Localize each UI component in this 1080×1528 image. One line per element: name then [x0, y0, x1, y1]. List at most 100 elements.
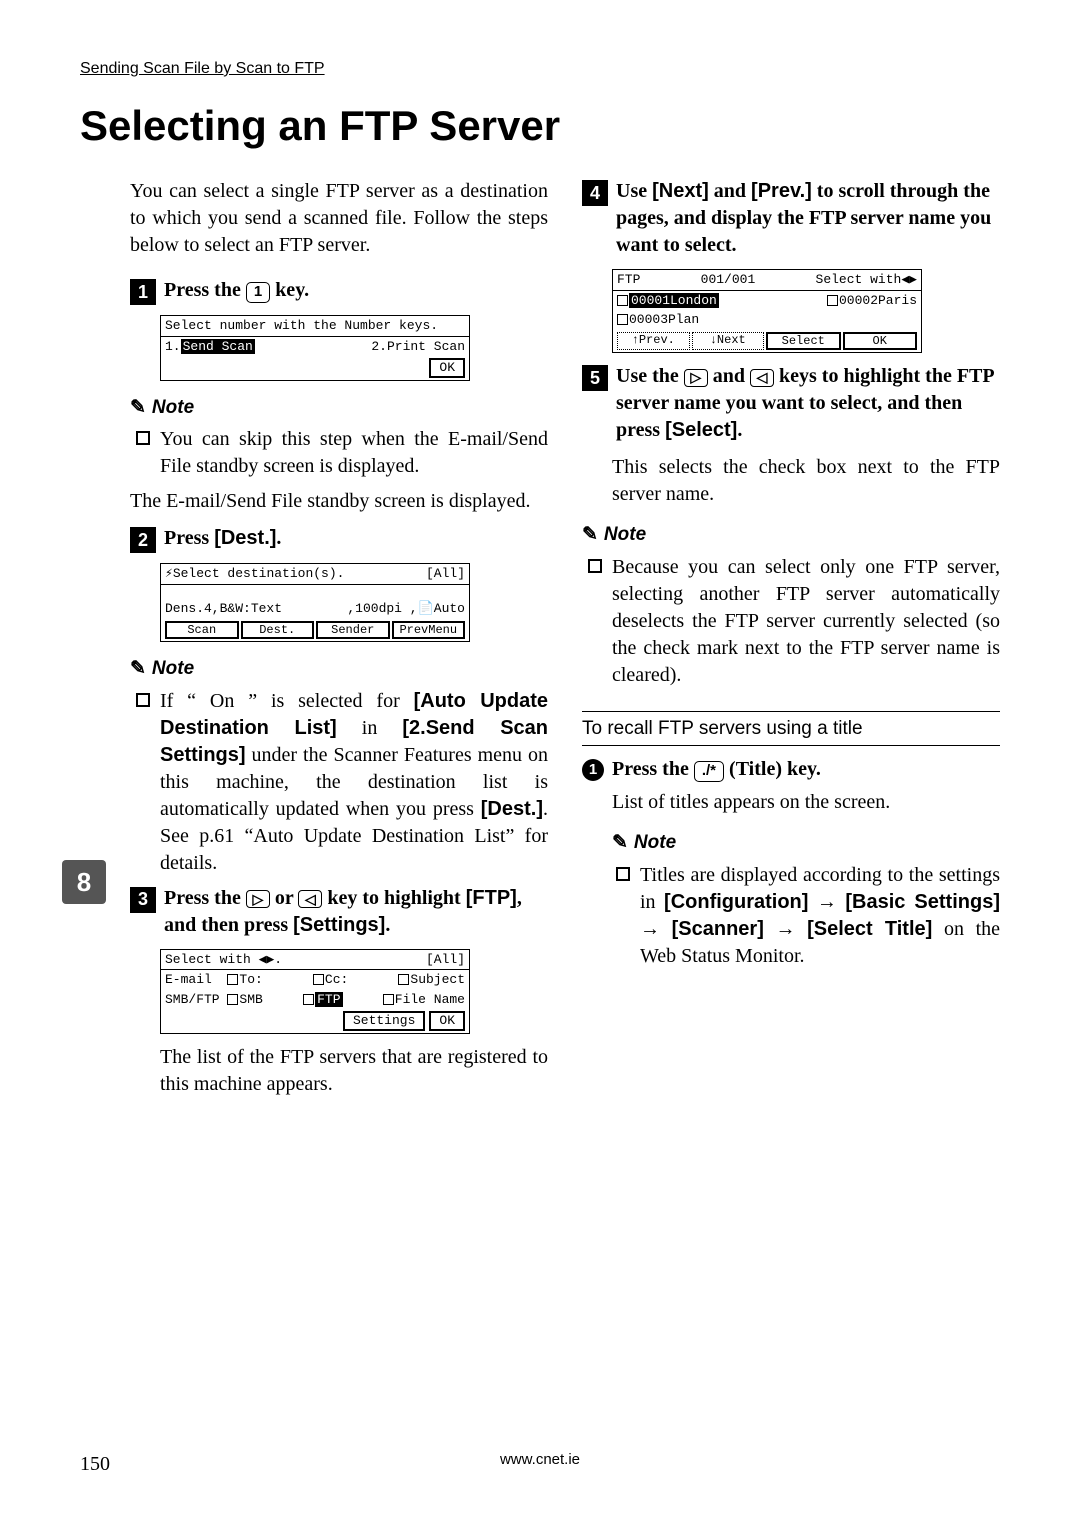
note-heading-4: ✎ Note [612, 830, 1000, 856]
sn-a1: → [808, 891, 845, 913]
step-3-text: Press the ▷ or ◁ key to highlight [FTP],… [164, 885, 548, 939]
n2-s3: [Dest.] [481, 798, 543, 820]
subsection-heading: To recall FTP servers using a title [582, 711, 1000, 747]
after-step5-para: This selects the check box next to the F… [612, 454, 1000, 508]
after-step3-para: The list of the FTP servers that are reg… [160, 1044, 548, 1098]
s4-next: [Next] [652, 180, 709, 202]
s5-prefix: Use the [616, 365, 684, 387]
s4-hdr-b: 001/001 [701, 272, 756, 288]
lr-arrow-icon: ◀▶ [259, 952, 275, 967]
substep-number-1: 1 [582, 759, 604, 781]
note-label-3: Note [604, 522, 646, 548]
step-number-4: 4 [582, 180, 608, 206]
s4-btn-prev: ↑Prev. [617, 332, 690, 350]
s4-prefix: Use [616, 180, 652, 202]
s3-r2-1: SMB [239, 992, 262, 1007]
step-5: 5 Use the ▷ and ◁ keys to highlight the … [582, 363, 1000, 444]
screen-1: Select number with the Number keys. 1.Se… [160, 315, 470, 381]
step-number-3: 3 [130, 887, 156, 913]
pencil-icon: ✎ [130, 656, 146, 682]
s1-ok-button: OK [429, 358, 465, 378]
step-2: 2 Press [Dest.]. [130, 525, 548, 553]
step-3: 3 Press the ▷ or ◁ key to highlight [FTP… [130, 885, 548, 939]
sub1-suffix: (Title) key. [724, 758, 821, 780]
s3-r2-3: File Name [395, 992, 465, 1007]
step-4-text: Use [Next] and [Prev.] to scroll through… [616, 178, 1000, 259]
s2-line1a: Select destination(s). [173, 566, 345, 581]
screen-3: Select with ◀▶. [All] E-mail To: Cc: Sub… [160, 949, 470, 1034]
s4-btn-ok: OK [843, 332, 918, 350]
s3-r1-0: E-mail [165, 972, 212, 987]
note1-bullet: You can skip this step when the E-mail/S… [136, 426, 548, 480]
sub-note-text: Titles are displayed according to the se… [640, 862, 1000, 970]
step-number-5: 5 [582, 365, 608, 391]
s3-end: . [385, 914, 390, 936]
screen1-line1: Select number with the Number keys. [161, 316, 469, 336]
s4-and: and [709, 180, 751, 202]
note1-para: The E-mail/Send File standby screen is d… [130, 488, 548, 515]
note-heading-2: ✎ Note [130, 656, 548, 682]
s5-and: and [708, 365, 750, 387]
right-arrow-key: ▷ [246, 890, 270, 908]
s5-end: . [737, 419, 742, 441]
left-arrow-key: ◁ [750, 369, 774, 387]
s3-r2-2: FTP [315, 992, 342, 1007]
s2-line3b: ,100dpi , [347, 601, 417, 616]
sn-a3: → [764, 918, 807, 940]
checkbox-icon [136, 693, 150, 707]
s2-blank [161, 585, 469, 599]
s2-line1b: [All] [426, 566, 465, 582]
sn-s2: [Basic Settings] [845, 891, 1000, 913]
step2-label: [Dest.] [214, 527, 276, 549]
sub1-prefix: Press the [612, 758, 694, 780]
s3-set: [Settings] [293, 914, 385, 936]
lr-arrow-icon: ◀▶ [901, 272, 917, 287]
s3-r2-0: SMB/FTP [165, 992, 220, 1007]
s3-prefix: Press the [164, 887, 246, 909]
screen1-buttons: OK [161, 356, 469, 380]
note-heading-1: ✎ Note [130, 395, 548, 421]
sub-note-bullet: Titles are displayed according to the se… [616, 862, 1000, 970]
sn-s3: [Scanner] [672, 918, 764, 940]
n2-t1: If “ On ” is selected for [160, 690, 414, 712]
step-number-2: 2 [130, 527, 156, 553]
substep-1-text: Press the ./* (Title) key. [612, 756, 1000, 783]
s4-r2a: 00003Plan [629, 312, 699, 327]
sn-s1: [Configuration] [664, 891, 808, 913]
s4-btn-next: ↓Next [692, 332, 765, 350]
substep-1: 1 Press the ./* (Title) key. [582, 756, 1000, 783]
s3-l1a: Select with [165, 952, 251, 967]
n2-t2: in [337, 717, 403, 739]
step-2-text: Press [Dest.]. [164, 525, 548, 552]
running-header: Sending Scan File by Scan to FTP [80, 60, 1000, 78]
s3-ftp: [FTP] [466, 887, 517, 909]
left-column: You can select a single FTP server as a … [80, 178, 548, 1108]
left-arrow-key: ◁ [298, 890, 322, 908]
s4-hdr-c: Select with [816, 272, 902, 287]
flash-icon: ⚡ [165, 566, 173, 581]
step-1-text: Press the 1 key. [164, 277, 548, 304]
note5-text: Because you can select only one FTP serv… [612, 554, 1000, 689]
page-icon: 📄 [418, 601, 434, 616]
s1-opt1-label: Send Scan [181, 339, 255, 354]
intro-paragraph: You can select a single FTP server as a … [130, 178, 548, 259]
s5-select: [Select] [665, 419, 737, 441]
note-label-1: Note [152, 395, 194, 421]
step-4: 4 Use [Next] and [Prev.] to scroll throu… [582, 178, 1000, 259]
step2-suffix: . [276, 527, 281, 549]
s2-line3c: Auto [434, 601, 465, 616]
s2-line3a: Dens.4,B&W:Text [165, 601, 282, 617]
pencil-icon: ✎ [130, 395, 146, 421]
screen-2: ⚡Select destination(s). [All] Dens.4,B&W… [160, 563, 470, 642]
checkbox-icon [588, 559, 602, 573]
s3-tail1: key to highlight [322, 887, 465, 909]
key-1: 1 [246, 282, 270, 303]
s1-opt2: 2.Print Scan [371, 339, 465, 355]
s4-r1b: 00002Paris [839, 293, 917, 308]
note2-text: If “ On ” is selected for [Auto Update D… [160, 688, 548, 877]
note2-bullet: If “ On ” is selected for [Auto Update D… [136, 688, 548, 877]
s4-prev: [Prev.] [751, 180, 812, 202]
right-arrow-key: ▷ [684, 369, 708, 387]
s3-r1-2: Cc: [325, 972, 348, 987]
note5-bullet: Because you can select only one FTP serv… [588, 554, 1000, 689]
